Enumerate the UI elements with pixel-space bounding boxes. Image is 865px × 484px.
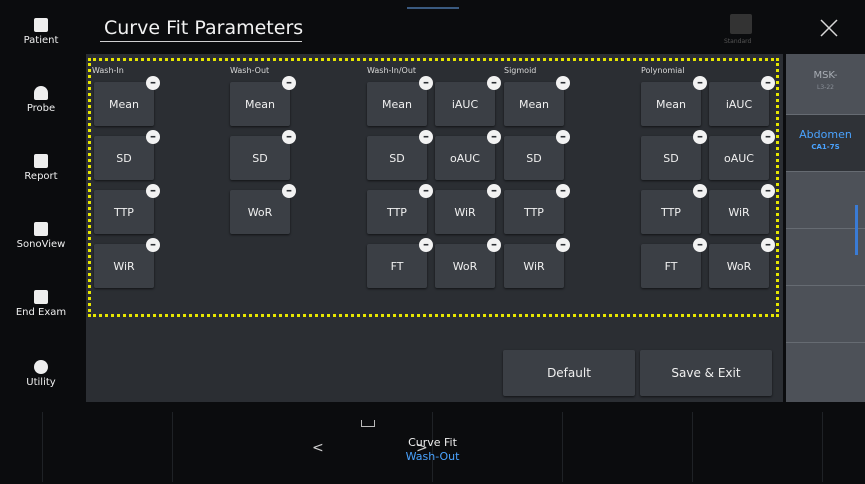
sidebar-item-label: Report <box>24 171 58 182</box>
sidebar-item-label: End Exam <box>15 307 67 318</box>
close-button[interactable] <box>815 14 843 42</box>
probe-item-abdomen[interactable]: Abdomen CA1-7S <box>786 115 865 172</box>
sonoview-icon <box>34 222 48 236</box>
probe-model: L3-22 <box>817 84 834 91</box>
probe-slot-empty[interactable] <box>786 286 865 343</box>
probe-item-msk[interactable]: MSK- L3-22 <box>786 58 865 115</box>
curve-fit-title: Curve Fit <box>408 436 457 449</box>
selection-highlight <box>88 58 779 317</box>
left-sidebar: Patient Probe Report SonoView End Exam U… <box>0 0 82 410</box>
probe-name: MSK- <box>813 70 838 81</box>
scroll-indicator[interactable] <box>855 205 858 255</box>
patient-icon <box>34 18 48 32</box>
save-exit-button[interactable]: Save & Exit <box>640 350 772 396</box>
probe-slot-empty[interactable] <box>786 172 865 229</box>
knob-icon <box>361 420 375 427</box>
utility-icon <box>34 360 48 374</box>
sidebar-item-label: Patient <box>23 35 59 46</box>
page-title: Curve Fit Parameters <box>104 17 304 39</box>
end-exam-icon <box>34 290 48 304</box>
probe-model: CA1-7S <box>811 143 840 151</box>
sidebar-item-utility[interactable]: Utility <box>0 360 82 388</box>
sidebar-item-end-exam[interactable]: End Exam <box>0 290 82 318</box>
report-icon <box>34 154 48 168</box>
probe-slot-empty[interactable] <box>786 343 865 402</box>
close-icon <box>820 19 838 37</box>
standard-label: Standard <box>724 38 752 45</box>
sidebar-item-label: Probe <box>26 103 56 114</box>
sidebar-item-patient[interactable]: Patient <box>0 18 82 46</box>
sidebar-item-sonoview[interactable]: SonoView <box>0 222 82 250</box>
sidebar-item-label: SonoView <box>16 239 66 250</box>
standard-icon[interactable] <box>730 14 752 34</box>
title-underline <box>100 41 302 42</box>
sidebar-item-probe[interactable]: Probe <box>0 86 82 114</box>
probe-name: Abdomen <box>799 128 852 141</box>
sidebar-item-report[interactable]: Report <box>0 154 82 182</box>
sidebar-item-label: Utility <box>26 377 56 388</box>
curve-fit-value[interactable]: Wash-Out <box>0 450 865 463</box>
default-button[interactable]: Default <box>503 350 635 396</box>
probe-slot-empty[interactable] <box>786 229 865 286</box>
probe-icon <box>34 86 48 100</box>
top-indicator <box>407 7 459 9</box>
